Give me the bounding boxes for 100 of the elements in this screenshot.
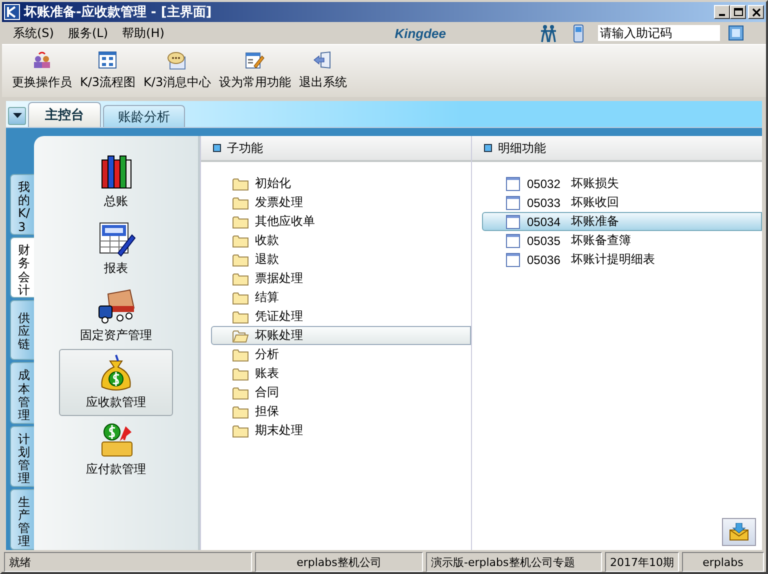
- app-logo-icon: [4, 4, 20, 20]
- side-tab[interactable]: 成本管理: [10, 362, 34, 424]
- folder-item[interactable]: 收款: [211, 231, 471, 250]
- window-title: 坏账准备-应收款管理 - [主界面]: [24, 4, 213, 21]
- folder-item[interactable]: 期末处理: [211, 421, 471, 440]
- function-name: 坏账准备: [571, 213, 619, 230]
- tab-list-dropdown[interactable]: [8, 107, 26, 125]
- side-tab[interactable]: 财务会计: [10, 237, 34, 298]
- folder-item[interactable]: 退款: [211, 250, 471, 269]
- toolbar-button[interactable]: 设为常用功能: [215, 51, 296, 91]
- folder-item[interactable]: 发票处理: [211, 193, 471, 212]
- folder-icon: [232, 252, 249, 268]
- folder-item[interactable]: 担保: [211, 402, 471, 421]
- minimize-icon: [719, 14, 725, 16]
- side-tab[interactable]: 我的K/3: [10, 174, 34, 236]
- panel-title: 子功能: [227, 140, 263, 156]
- minimize-button[interactable]: [714, 5, 730, 19]
- maximize-button[interactable]: [730, 5, 746, 19]
- status-field: 2017年10期: [605, 552, 679, 572]
- function-item[interactable]: 05036 坏账计提明细表: [482, 250, 762, 269]
- close-button[interactable]: [748, 5, 764, 19]
- status-field: erplabs: [682, 552, 764, 572]
- document-icon: [505, 214, 521, 230]
- folder-item[interactable]: 凭证处理: [211, 307, 471, 326]
- folder-item[interactable]: 其他应收单: [211, 212, 471, 231]
- document-icon: [505, 194, 521, 210]
- function-name: 坏账损失: [571, 175, 619, 192]
- function-name: 坏账备查簿: [571, 232, 631, 249]
- folder-icon: [232, 422, 249, 438]
- panel-title: 明细功能: [498, 140, 546, 156]
- square-bullet-icon: [213, 144, 221, 152]
- document-icon: [505, 176, 521, 192]
- module-item[interactable]: 固定资产管理: [59, 282, 173, 349]
- function-item[interactable]: 05035 坏账备查簿: [482, 231, 762, 250]
- function-code: 05035: [527, 234, 562, 248]
- exit-door-icon: [313, 51, 334, 70]
- tab[interactable]: 主控台: [28, 102, 101, 127]
- side-tab[interactable]: 计划管理: [10, 426, 34, 487]
- document-icon: [505, 252, 521, 268]
- module-item[interactable]: 报表: [59, 215, 173, 282]
- folder-item[interactable]: 分析: [211, 345, 471, 364]
- folder-icon: [232, 194, 249, 210]
- tab[interactable]: 账龄分析: [103, 105, 185, 127]
- module-item[interactable]: 总账: [59, 148, 173, 215]
- function-code: 05036: [527, 252, 562, 266]
- caret-icon: [12, 113, 22, 119]
- function-code: 05033: [527, 196, 562, 210]
- menu-item[interactable]: 帮助(H): [115, 24, 172, 42]
- pencil-form-icon: [245, 51, 266, 70]
- folder-icon: [232, 404, 249, 420]
- status-field: 就绪: [4, 552, 252, 572]
- toolbar-button[interactable]: K/3消息中心: [140, 51, 216, 91]
- function-item[interactable]: 05032 坏账损失: [482, 174, 762, 193]
- folder-item[interactable]: 票据处理: [211, 269, 471, 288]
- open-folder-icon: [232, 328, 249, 344]
- maximize-icon: [732, 7, 744, 17]
- function-code: 05034: [527, 214, 562, 228]
- folder-icon: [232, 176, 249, 192]
- folder-icon: [232, 366, 249, 382]
- folder-item[interactable]: 账表: [211, 364, 471, 383]
- function-item[interactable]: 05033 坏账收回: [482, 193, 762, 212]
- function-name: 坏账计提明细表: [571, 251, 655, 268]
- menu-item[interactable]: 服务(L): [60, 24, 116, 42]
- square-bullet-icon: [484, 144, 492, 152]
- users-icon: [32, 51, 52, 70]
- folder-item[interactable]: 初始化: [211, 174, 471, 193]
- toolbar-button[interactable]: K/3流程图: [76, 51, 140, 91]
- menu-item[interactable]: 系统(S): [6, 24, 61, 42]
- toolbar-button[interactable]: 退出系统: [295, 51, 352, 91]
- search-go-icon: [728, 25, 744, 41]
- document-icon: [505, 232, 521, 248]
- folder-icon: [232, 346, 249, 362]
- people-icon: [540, 24, 557, 42]
- status-field: 演示版-erplabs整机公司专题: [426, 552, 602, 572]
- folder-item[interactable]: 坏账处理: [211, 326, 471, 345]
- module-item[interactable]: 应付款管理: [59, 416, 173, 483]
- folder-icon: [232, 290, 249, 306]
- side-tab[interactable]: 供应链: [10, 300, 34, 360]
- module-item[interactable]: 应收款管理: [59, 349, 173, 416]
- status-field: erplabs整机公司: [255, 552, 423, 572]
- side-tab[interactable]: 生产管理: [10, 488, 34, 550]
- folder-icon: [232, 384, 249, 400]
- message-icon: [167, 51, 188, 70]
- function-name: 坏账收回: [571, 194, 619, 211]
- function-code: 05032: [527, 176, 562, 190]
- flowchart-icon: [98, 51, 118, 70]
- folder-item[interactable]: 合同: [211, 383, 471, 402]
- folder-icon: [232, 270, 249, 286]
- brand-logo: Kingdee: [394, 26, 446, 40]
- folder-icon: [232, 232, 249, 248]
- function-item[interactable]: 05034 坏账准备: [482, 212, 762, 231]
- mobile-phone-icon: [573, 24, 584, 42]
- mail-button[interactable]: [722, 518, 756, 546]
- toolbar-button[interactable]: 更换操作员: [8, 51, 76, 91]
- folder-icon: [232, 308, 249, 324]
- folder-icon: [232, 214, 249, 230]
- close-icon: [750, 7, 762, 17]
- envelope-icon: [729, 523, 749, 541]
- search-field[interactable]: 请输入助记码: [598, 25, 720, 41]
- folder-item[interactable]: 结算: [211, 288, 471, 307]
